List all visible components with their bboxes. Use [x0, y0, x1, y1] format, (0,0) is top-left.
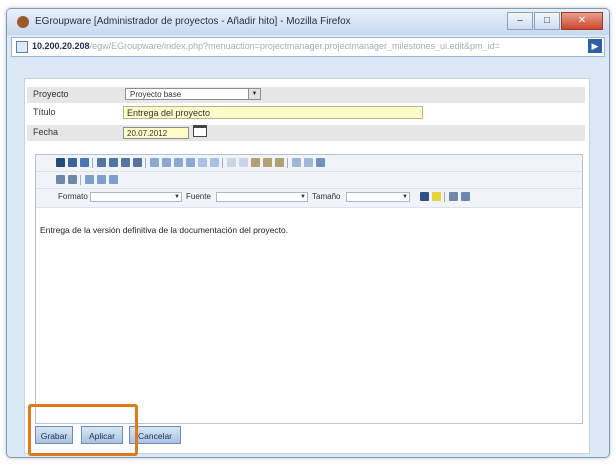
source-icon[interactable]	[461, 192, 470, 201]
image-icon[interactable]	[85, 175, 94, 184]
close-button[interactable]: ✕	[561, 12, 603, 30]
fecha-row: Fecha 20.07.2012	[27, 125, 585, 141]
title-bar[interactable]: EGroupware [Administrador de proyectos -…	[7, 9, 609, 35]
app-icon	[17, 16, 29, 28]
anchor-icon[interactable]	[316, 158, 325, 167]
fecha-input[interactable]: 20.07.2012	[123, 127, 189, 139]
titulo-label: Título	[33, 107, 56, 117]
titulo-input[interactable]: Entrega del proyecto	[123, 106, 423, 119]
bold-icon[interactable]	[56, 158, 65, 167]
horizontal-rule-icon[interactable]	[109, 175, 118, 184]
editor-toolbar-row-1	[36, 155, 582, 172]
unlink-icon[interactable]	[304, 158, 313, 167]
paste-text-icon[interactable]	[263, 158, 272, 167]
maximize-button[interactable]: □	[534, 12, 560, 30]
align-center-icon[interactable]	[109, 158, 118, 167]
paste-word-icon[interactable]	[275, 158, 284, 167]
editor-body[interactable]: Entrega de la versión definitiva de la d…	[40, 225, 576, 415]
formato-select[interactable]: ▼	[90, 192, 182, 202]
chevron-down-icon[interactable]: ▼	[173, 193, 181, 201]
outdent-icon[interactable]	[174, 158, 183, 167]
fecha-label: Fecha	[33, 127, 59, 137]
background-color-icon[interactable]	[432, 192, 441, 201]
chevron-down-icon[interactable]: ▼	[401, 193, 409, 201]
cut-icon[interactable]	[227, 158, 236, 167]
underline-icon[interactable]	[80, 158, 89, 167]
milestone-form: Proyecto Proyecto base ▼ Título Entrega …	[24, 78, 590, 454]
copy-icon[interactable]	[239, 158, 248, 167]
page-icon	[16, 41, 28, 53]
window-title: EGroupware [Administrador de proyectos -…	[35, 16, 351, 27]
proyecto-row: Proyecto Proyecto base ▼	[27, 87, 585, 103]
editor-toolbar-row-3: Formato ▼ Fuente ▼ Tamaño ▼	[36, 189, 582, 208]
paste-icon[interactable]	[251, 158, 260, 167]
align-right-icon[interactable]	[121, 158, 130, 167]
table-icon[interactable]	[97, 175, 106, 184]
italic-icon[interactable]	[68, 158, 77, 167]
address-bar[interactable]: 10.200.20.208/egw/EGroupware/index.php?m…	[11, 37, 605, 57]
go-icon[interactable]: ▶	[588, 39, 602, 53]
align-left-icon[interactable]	[97, 158, 106, 167]
window-controls: – □ ✕	[506, 12, 603, 30]
find-icon[interactable]	[56, 175, 65, 184]
link-icon[interactable]	[292, 158, 301, 167]
proyecto-select[interactable]: Proyecto base ▼	[125, 88, 261, 100]
url-text[interactable]: 10.200.20.208/egw/EGroupware/index.php?m…	[32, 41, 562, 51]
url-host: 10.200.20.208	[32, 41, 90, 51]
url-path: /egw/EGroupware/index.php?menuaction=pro…	[89, 41, 500, 51]
tamano-select[interactable]: ▼	[346, 192, 410, 202]
fuente-label: Fuente	[186, 192, 211, 201]
ordered-list-icon[interactable]	[150, 158, 159, 167]
replace-icon[interactable]	[68, 175, 77, 184]
redo-icon[interactable]	[210, 158, 219, 167]
preview-icon[interactable]	[449, 192, 458, 201]
editor-toolbar-row-2	[36, 172, 582, 189]
undo-icon[interactable]	[198, 158, 207, 167]
titulo-row: Título Entrega del proyecto	[27, 105, 585, 121]
rich-text-editor: Formato ▼ Fuente ▼ Tamaño ▼ Entrega de l…	[35, 154, 583, 424]
proyecto-value: Proyecto base	[130, 90, 182, 99]
formato-label: Formato	[58, 192, 88, 201]
align-justify-icon[interactable]	[133, 158, 142, 167]
unordered-list-icon[interactable]	[162, 158, 171, 167]
proyecto-label: Proyecto	[33, 89, 69, 99]
indent-icon[interactable]	[186, 158, 195, 167]
chevron-down-icon[interactable]: ▼	[299, 193, 307, 201]
fuente-select[interactable]: ▼	[216, 192, 308, 202]
minimize-button[interactable]: –	[507, 12, 533, 30]
calendar-icon[interactable]	[193, 125, 207, 137]
highlight-box	[28, 404, 138, 456]
tamano-label: Tamaño	[312, 192, 341, 201]
text-color-icon[interactable]	[420, 192, 429, 201]
chevron-down-icon[interactable]: ▼	[248, 89, 260, 99]
